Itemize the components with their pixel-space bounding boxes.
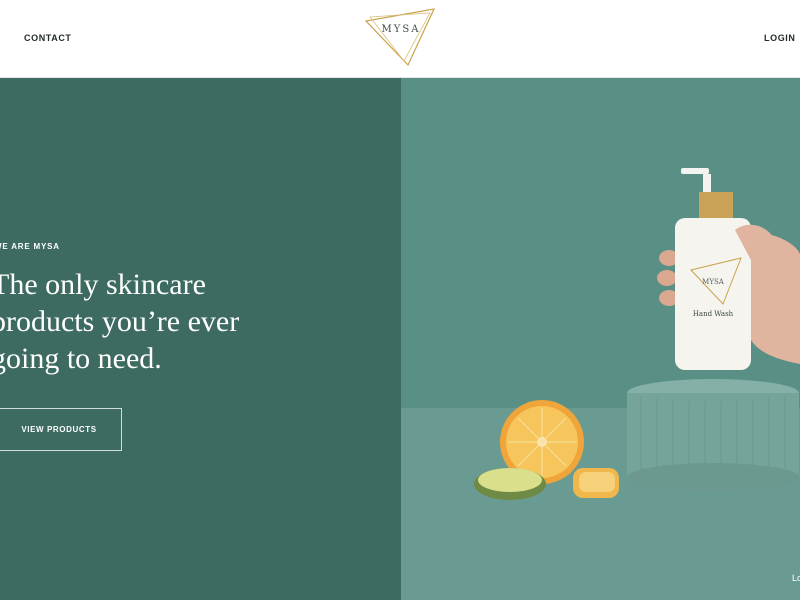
brand-wordmark: MYSA	[381, 24, 421, 35]
view-products-button[interactable]: VIEW PRODUCTS	[0, 408, 122, 451]
hero-headline-line-3: going to need.	[0, 342, 162, 375]
hero-eyebrow: WE ARE MYSA	[0, 242, 60, 251]
product-scene-image: MYSA Hand Wash	[401, 168, 800, 600]
hero-headline: The only skincare products you’re ever g…	[0, 266, 291, 377]
hero-text-panel: WE ARE MYSA The only skincare products y…	[0, 78, 401, 600]
top-navigation: CONTACT MYSA LOGIN	[0, 0, 800, 78]
brand-logo[interactable]: MYSA	[364, 7, 438, 67]
hero-headline-line-2: products you’re ever	[0, 305, 240, 338]
hero-image-panel: MYSA Hand Wash Lo	[401, 78, 800, 600]
nav-login-link[interactable]: LOGIN	[764, 33, 796, 43]
bottle-brand-label: MYSA	[702, 278, 725, 286]
nav-contact-link[interactable]: CONTACT	[24, 33, 72, 43]
bottle-product-label: Hand Wash	[693, 310, 734, 318]
image-caption: Lo	[791, 573, 800, 583]
logo-triangle-icon	[364, 8, 436, 67]
hero-headline-line-1: The only skincare	[0, 268, 206, 301]
